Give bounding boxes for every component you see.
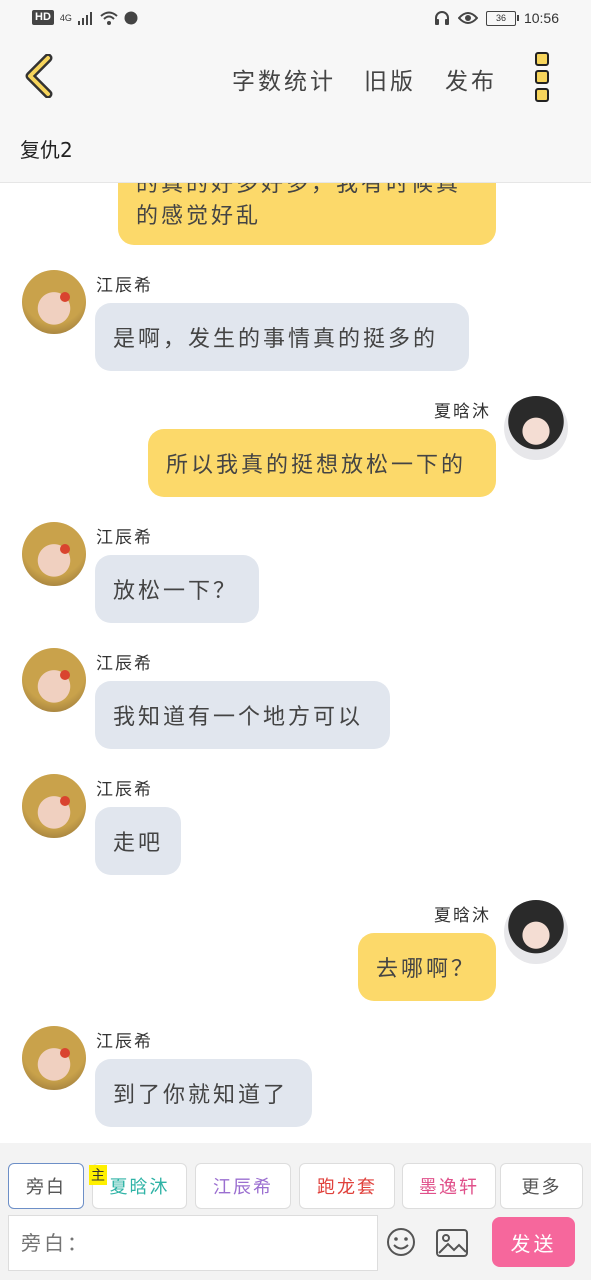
role-label: 墨逸轩 <box>419 1177 479 1198</box>
role-label: 夏晗沐 <box>109 1177 170 1198</box>
chat-area[interactable]: 的真的好多好多，我有时候真 的感觉好乱 江辰希 是啊，发生的事情真的挺多的 夏晗… <box>0 183 591 1143</box>
role-label: 更多 <box>521 1177 562 1198</box>
back-chevron-icon[interactable] <box>20 54 60 98</box>
message-text: 是啊，发生的事情真的挺多的 <box>113 327 439 352</box>
role-button-narrator[interactable]: 旁白 <box>8 1163 84 1209</box>
sender-name: 夏晗沐 <box>434 906 491 926</box>
message-text: 的感觉好乱 <box>136 204 262 229</box>
story-title-bar: 复仇2 <box>0 114 591 183</box>
message-bubble[interactable]: 到了你就知道了 <box>95 1059 312 1127</box>
avatar[interactable] <box>22 1026 86 1090</box>
battery-icon: 36 <box>485 10 519 26</box>
message-bubble[interactable]: 是啊，发生的事情真的挺多的 <box>95 303 469 371</box>
headphones-icon <box>434 11 449 25</box>
word-count-button[interactable]: 字数统计 <box>232 62 336 96</box>
avatar[interactable] <box>22 774 86 838</box>
story-title[interactable]: 复仇2 <box>20 134 73 163</box>
status-bar: HD 4G 36 10:56 <box>0 0 591 40</box>
main-role-badge: 主 <box>89 1165 107 1185</box>
publish-button[interactable]: 发布 <box>445 62 497 96</box>
sender-name: 江辰希 <box>96 276 153 296</box>
globe-icon <box>124 11 138 24</box>
message-text: 走吧 <box>113 831 164 856</box>
role-selector-bar: 旁白 夏晗沐 主 江辰希 跑龙套 墨逸轩 更多 发送 <box>0 1143 591 1280</box>
more-roles-button[interactable]: 更多 <box>500 1163 583 1209</box>
message-bubble[interactable]: 走吧 <box>95 807 181 875</box>
clock: 10:56 <box>523 10 559 26</box>
message-text: 到了你就知道了 <box>113 1083 289 1108</box>
avatar[interactable] <box>504 900 568 964</box>
message-bubble[interactable]: 的真的好多好多，我有时候真 的感觉好乱 <box>118 183 496 245</box>
message-text: 我知道有一个地方可以 <box>113 705 364 730</box>
sender-name: 江辰希 <box>96 528 153 548</box>
battery-level: 36 <box>495 12 506 23</box>
role-button-jiang-chenxi[interactable]: 江辰希 <box>195 1163 291 1209</box>
top-bar: 字数统计 旧版 发布 <box>0 40 591 114</box>
old-version-button[interactable]: 旧版 <box>364 62 416 96</box>
eye-icon <box>457 12 478 24</box>
avatar[interactable] <box>504 396 568 460</box>
send-button[interactable]: 发送 <box>492 1217 575 1267</box>
message-bubble[interactable]: 我知道有一个地方可以 <box>95 681 390 749</box>
menu-dots-icon[interactable] <box>535 52 551 102</box>
message-bubble[interactable]: 放松一下？ <box>95 555 259 623</box>
role-button-mo-yixuan[interactable]: 墨逸轩 <box>402 1163 496 1209</box>
sender-name: 江辰希 <box>96 654 153 674</box>
avatar[interactable] <box>22 270 86 334</box>
message-bubble[interactable]: 去哪啊？ <box>358 933 496 1001</box>
message-text: 所以我真的挺想放松一下的 <box>166 453 467 478</box>
role-label: 跑龙套 <box>317 1177 377 1198</box>
image-icon[interactable] <box>436 1229 468 1257</box>
network-indicator: 4G <box>59 12 72 23</box>
hd-indicator: HD <box>32 10 54 25</box>
message-text: 去哪啊？ <box>376 957 477 982</box>
role-label: 旁白 <box>26 1177 66 1198</box>
message-text: 的真的好多好多，我有时候真 <box>136 183 462 197</box>
sender-name: 夏晗沐 <box>434 402 491 422</box>
message-text: 放松一下？ <box>113 579 239 604</box>
sender-name: 江辰希 <box>96 780 153 800</box>
role-button-extra[interactable]: 跑龙套 <box>299 1163 395 1209</box>
sender-name: 江辰希 <box>96 1032 153 1052</box>
emoji-icon[interactable] <box>386 1227 416 1257</box>
message-bubble[interactable]: 所以我真的挺想放松一下的 <box>148 429 496 497</box>
signal-icon <box>77 11 92 25</box>
message-input[interactable] <box>8 1215 378 1271</box>
role-label: 江辰希 <box>213 1177 273 1198</box>
wifi-icon <box>100 11 118 25</box>
avatar[interactable] <box>22 648 86 712</box>
avatar[interactable] <box>22 522 86 586</box>
